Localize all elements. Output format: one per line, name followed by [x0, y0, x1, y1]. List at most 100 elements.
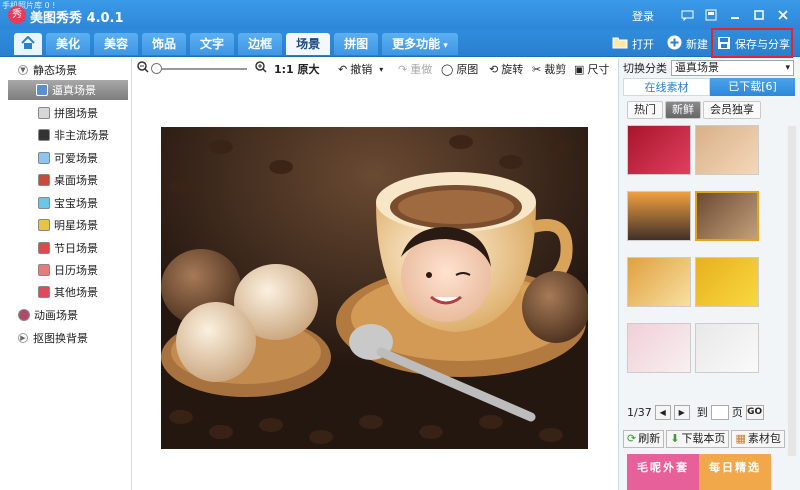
- tab-online-materials[interactable]: 在线素材: [623, 78, 710, 96]
- scene-item-star[interactable]: 明星场景: [38, 215, 128, 235]
- material-thumbnail[interactable]: [695, 125, 759, 175]
- material-thumbnail[interactable]: [627, 191, 691, 241]
- material-panel: 切换分类 逼真场景 在线素材 已下载[6] 热门 新鲜 会员独享 1/37 ◀ …: [618, 58, 800, 490]
- scene-collage-icon: [38, 107, 50, 119]
- open-button[interactable]: 打开: [612, 34, 654, 54]
- tab-scene[interactable]: 场景: [286, 33, 331, 55]
- zoom-slider-track[interactable]: [155, 68, 247, 70]
- material-thumbnail[interactable]: [695, 257, 759, 307]
- skin-icon[interactable]: [702, 7, 720, 23]
- tab-more-features[interactable]: 更多功能: [382, 33, 458, 55]
- home-button[interactable]: [14, 33, 42, 55]
- original-image-button[interactable]: ◯ 原图: [441, 61, 478, 77]
- subtab-fresh[interactable]: 新鲜: [665, 101, 701, 119]
- scene-item-holiday[interactable]: 节日场景: [38, 238, 128, 258]
- feedback-icon[interactable]: [678, 7, 696, 23]
- login-link[interactable]: 登录: [632, 8, 654, 24]
- material-thumbnail[interactable]: [695, 323, 759, 373]
- scene-item-calendar[interactable]: 日历场景: [38, 260, 128, 280]
- zoom-out-icon[interactable]: [137, 61, 149, 73]
- title-bar: 手机照片库 0 ! 秀 美图秀秀 4.0.1 登录: [0, 0, 800, 30]
- tab-accessories[interactable]: 饰品: [142, 33, 187, 55]
- redo-button[interactable]: ↷ 重做: [398, 61, 432, 77]
- material-pack-label: 素材包: [747, 432, 781, 445]
- scene-item-label: 宝宝场景: [54, 197, 98, 210]
- new-button[interactable]: 新建: [667, 34, 708, 54]
- scene-item-alternative[interactable]: 非主流场景: [38, 125, 128, 145]
- scene-alternative-icon: [38, 129, 50, 141]
- original-size-button[interactable]: 1:1 原大: [274, 61, 320, 77]
- page-number-input[interactable]: [710, 404, 729, 420]
- minimize-icon[interactable]: [726, 7, 744, 23]
- cutout-background-header[interactable]: ▶ 抠图换背景: [18, 328, 128, 348]
- prev-page-button[interactable]: ◀: [654, 404, 671, 420]
- tab-text[interactable]: 文字: [190, 33, 235, 55]
- edit-toolbar: 1:1 原大 ↶ 撤销 ▾ ↷ 重做 ◯ 原图 ⟲ 旋转 ✂ 裁剪 ▣ 尺寸: [133, 58, 618, 80]
- rotate-icon: ⟲: [489, 62, 499, 76]
- material-thumbnail[interactable]: [627, 323, 691, 373]
- scene-photo[interactable]: [161, 127, 588, 449]
- folder-icon: [612, 36, 628, 52]
- static-scene-header[interactable]: ▼ 静态场景: [18, 60, 128, 80]
- subtab-vip[interactable]: 会员独享: [703, 101, 761, 119]
- scene-category-panel: ▼ 静态场景 逼真场景 拼图场景 非主流场景 可爱场景 桌面场景 宝宝场景 明星…: [0, 58, 132, 490]
- crop-button[interactable]: ✂ 裁剪: [532, 61, 566, 77]
- scene-item-collage[interactable]: 拼图场景: [38, 103, 128, 123]
- zoom-in-icon[interactable]: [255, 61, 267, 73]
- static-scene-label: 静态场景: [33, 64, 77, 77]
- scene-item-label: 拼图场景: [54, 107, 98, 120]
- promo-banner-coat[interactable]: 毛呢外套: [627, 454, 699, 490]
- app-logo-icon: 秀: [8, 6, 26, 24]
- scene-item-label: 可爱场景: [54, 152, 98, 165]
- expand-icon: ▶: [18, 333, 28, 343]
- scene-item-label: 非主流场景: [54, 129, 109, 142]
- scene-desktop-icon: [38, 174, 50, 186]
- material-pager: 1/37 ◀ ▶ 到 页 GO: [627, 404, 764, 420]
- download-page-button[interactable]: ⬇ 下载本页: [666, 430, 730, 448]
- maximize-icon[interactable]: [750, 7, 768, 23]
- tab-beautify[interactable]: 美化: [46, 33, 91, 55]
- undo-button[interactable]: ↶ 撤销 ▾: [338, 61, 383, 77]
- promo-banner-daily[interactable]: 每日精选: [699, 454, 771, 490]
- window-controls: [678, 6, 792, 24]
- scene-item-cute[interactable]: 可爱场景: [38, 148, 128, 168]
- scene-item-realistic[interactable]: 逼真场景: [8, 80, 128, 100]
- category-select[interactable]: 逼真场景: [671, 60, 794, 76]
- category-switcher: 切换分类 逼真场景: [623, 59, 794, 77]
- undo-icon: ↶: [338, 62, 348, 76]
- tab-downloaded[interactable]: 已下载[6]: [710, 78, 795, 96]
- close-icon[interactable]: [774, 7, 792, 23]
- rotate-button[interactable]: ⟲ 旋转: [489, 61, 523, 77]
- refresh-icon: ⟳: [627, 432, 637, 445]
- material-thumbnail[interactable]: [627, 257, 691, 307]
- material-pack-button[interactable]: ▦ 素材包: [731, 430, 785, 448]
- material-scrollbar[interactable]: [788, 126, 796, 456]
- scene-other-icon: [38, 286, 50, 298]
- tab-collage[interactable]: 拼图: [334, 33, 379, 55]
- original-image-icon: ◯: [441, 62, 454, 76]
- animated-scene-header[interactable]: 动画场景: [18, 305, 128, 325]
- zoom-slider-thumb[interactable]: [151, 63, 162, 74]
- resize-button[interactable]: ▣ 尺寸: [574, 61, 609, 77]
- tab-beauty[interactable]: 美容: [94, 33, 139, 55]
- home-icon: [21, 35, 35, 52]
- resize-icon: ▣: [574, 62, 585, 76]
- scene-item-baby[interactable]: 宝宝场景: [38, 193, 128, 213]
- refresh-button[interactable]: ⟳ 刷新: [623, 430, 665, 448]
- download-page-label: 下载本页: [681, 432, 726, 445]
- go-button[interactable]: GO: [745, 404, 764, 420]
- material-thumbnail-selected[interactable]: [695, 191, 759, 241]
- undo-dropdown-icon[interactable]: ▾: [379, 65, 383, 74]
- scene-item-other[interactable]: 其他场景: [38, 282, 128, 302]
- next-page-button[interactable]: ▶: [673, 404, 690, 420]
- tab-frame[interactable]: 边框: [238, 33, 283, 55]
- coffee-scene-image: [161, 127, 588, 449]
- scene-baby-icon: [38, 197, 50, 209]
- material-subtabs: 热门 新鲜 会员独享: [627, 101, 761, 119]
- material-thumbnail[interactable]: [627, 125, 691, 175]
- subtab-hot[interactable]: 热门: [627, 101, 663, 119]
- scene-item-label: 日历场景: [54, 264, 98, 277]
- resize-label: 尺寸: [587, 63, 610, 76]
- scene-item-label: 其他场景: [54, 286, 98, 299]
- scene-item-desktop[interactable]: 桌面场景: [38, 170, 128, 190]
